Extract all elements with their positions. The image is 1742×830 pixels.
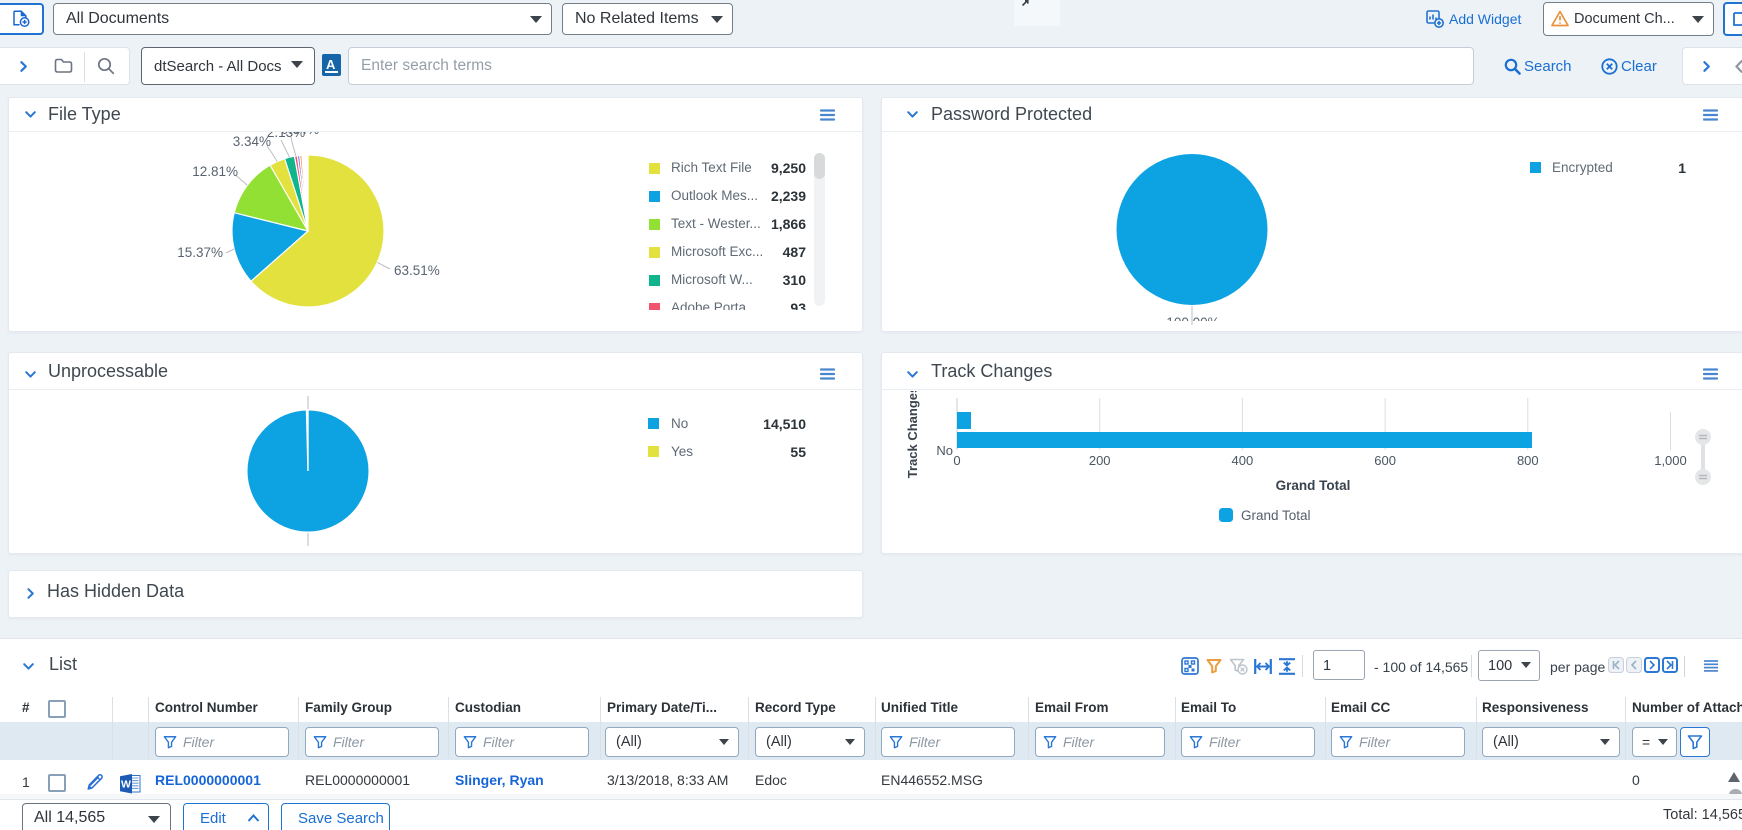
- svg-text:Track Changes: Track Changes: [905, 391, 920, 478]
- svg-text:0: 0: [953, 453, 960, 468]
- svg-text:Grand Total: Grand Total: [1276, 478, 1351, 493]
- svg-text:400: 400: [1232, 453, 1254, 468]
- svg-text:63.51%: 63.51%: [394, 263, 440, 278]
- svg-text:200: 200: [1089, 453, 1111, 468]
- svg-text:800: 800: [1517, 453, 1539, 468]
- svg-text:12.81%: 12.81%: [192, 164, 238, 179]
- svg-text:15.37%: 15.37%: [177, 245, 223, 260]
- svg-text:W: W: [121, 779, 131, 791]
- svg-text:3.34%: 3.34%: [233, 134, 271, 149]
- svg-text:Grand Total: Grand Total: [1241, 508, 1311, 523]
- svg-text:600: 600: [1374, 453, 1396, 468]
- svg-text:0.64%: 0.64%: [281, 132, 319, 137]
- svg-text:1,000: 1,000: [1654, 453, 1687, 468]
- svg-text:No: No: [936, 443, 953, 458]
